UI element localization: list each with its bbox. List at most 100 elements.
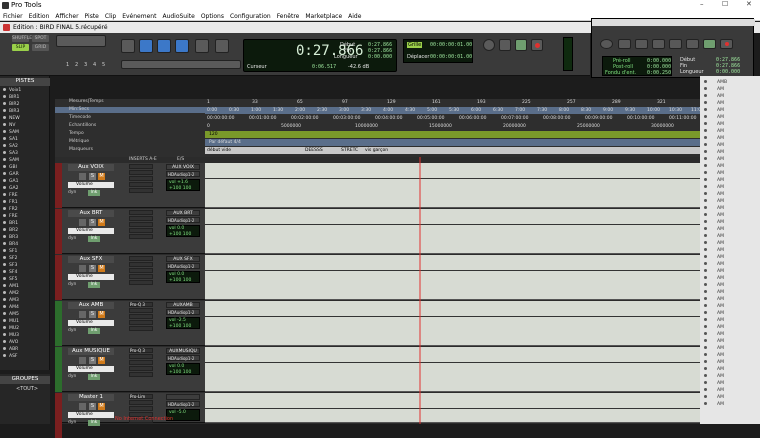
track-list-item[interactable]: SA2 xyxy=(3,144,48,150)
fade-label[interactable]: Fondu d'ent. xyxy=(605,70,636,76)
track-visibility-icon[interactable] xyxy=(3,186,6,189)
track-list-item[interactable]: BR1 xyxy=(3,221,48,227)
clip-list-item[interactable]: AM xyxy=(704,199,758,205)
output-selector[interactable]: HDAudiop1-2 xyxy=(166,309,200,315)
clip-list-item[interactable]: AM xyxy=(704,220,758,226)
ruler-label-meter[interactable]: Métrique xyxy=(55,139,205,145)
timecode-ruler[interactable]: 00:00:00:00 00:01:00:00 00:02:00:00 00:03:0… xyxy=(205,115,700,122)
insert-slot[interactable]: Pro-Q 3 xyxy=(129,348,153,353)
track-list-item[interactable]: BIR3 xyxy=(3,109,48,115)
solo-button[interactable]: S xyxy=(89,219,96,226)
fade-value[interactable]: 0:00.250 xyxy=(647,70,671,76)
clip-list-item[interactable]: AM xyxy=(704,402,758,408)
nudge-value[interactable]: 00:00:00:01.00 xyxy=(430,54,472,60)
track-name[interactable]: Aux AMB xyxy=(68,302,114,309)
track-list-item[interactable]: BR4 xyxy=(3,242,48,248)
insert-slot[interactable]: Pro-Lim xyxy=(129,394,153,399)
track-list-item[interactable]: AM3 xyxy=(3,298,48,304)
menu-edition[interactable]: Edition xyxy=(26,11,53,20)
insert-slot[interactable] xyxy=(129,164,153,169)
track-list-item[interactable]: ASF xyxy=(3,354,48,360)
menu-clip[interactable]: Clip xyxy=(102,11,119,20)
transport-length-value[interactable]: 0:00.000 xyxy=(716,69,740,75)
track-visibility-icon[interactable] xyxy=(3,263,6,266)
insert-slot[interactable] xyxy=(129,308,153,313)
clip-list-item[interactable]: AM xyxy=(704,122,758,128)
clip-list-item[interactable]: AM xyxy=(704,262,758,268)
input-selector[interactable]: AUXMUSIQU xyxy=(166,348,200,354)
mute-button[interactable]: M xyxy=(98,311,105,318)
track-list-item[interactable]: SF3 xyxy=(3,263,48,269)
track-visibility-icon[interactable] xyxy=(3,270,6,273)
solo-button[interactable]: S xyxy=(89,265,96,272)
track-name[interactable]: Aux BRT xyxy=(68,210,114,217)
track-list-item[interactable]: GA2 xyxy=(3,186,48,192)
clip-list-item[interactable]: AM xyxy=(704,164,758,170)
input-selector[interactable]: AUX VOIX xyxy=(166,164,200,170)
clip-list-item[interactable]: AM xyxy=(704,374,758,380)
clip-list-item[interactable]: AM xyxy=(704,388,758,394)
clip-list-item[interactable]: AMB xyxy=(704,80,758,86)
track-list-item[interactable]: SAM xyxy=(3,130,48,136)
insert-slot[interactable] xyxy=(129,326,153,331)
track-visibility-icon[interactable] xyxy=(3,102,6,105)
clip-list-item[interactable]: AM xyxy=(704,269,758,275)
track-visibility-icon[interactable] xyxy=(3,144,6,147)
menu-evenement[interactable]: Evénement xyxy=(119,11,159,20)
track-visibility-icon[interactable] xyxy=(3,235,6,238)
track-list-item[interactable]: SF1 xyxy=(3,249,48,255)
vol-value[interactable]: -2.5 xyxy=(177,318,186,323)
mute-button[interactable]: M xyxy=(98,357,105,364)
clip-list-item[interactable]: AM xyxy=(704,381,758,387)
track-visibility-icon[interactable] xyxy=(3,158,6,161)
menu-afficher[interactable]: Afficher xyxy=(52,11,81,20)
scrubber-tool-icon[interactable] xyxy=(195,39,209,53)
track-name[interactable]: Aux VOIX xyxy=(68,164,114,171)
clip-list-item[interactable]: AM xyxy=(704,143,758,149)
track-visibility-icon[interactable] xyxy=(3,172,6,175)
clip-list-item[interactable]: AM xyxy=(704,304,758,310)
output-selector[interactable]: HDAudiop1-2 xyxy=(166,263,200,269)
track-visibility-icon[interactable] xyxy=(3,109,6,112)
groups-header[interactable]: GROUPES xyxy=(0,376,50,384)
insert-slot[interactable] xyxy=(129,188,153,193)
clip-list-item[interactable]: AM xyxy=(704,276,758,282)
link-button[interactable]: lnk xyxy=(88,420,100,426)
track-list-item[interactable]: BR3 xyxy=(3,235,48,241)
track-list-item[interactable]: NEW xyxy=(3,116,48,122)
channel-strip[interactable]: Aux SFX S M Volume dyn lnk AUX SFX HDAudiop1-2 v… xyxy=(55,255,205,300)
zoomer-tool-icon[interactable] xyxy=(121,39,135,53)
insert-slot[interactable] xyxy=(129,228,153,233)
trim-tool-icon[interactable] xyxy=(139,39,153,53)
record-arm-button[interactable] xyxy=(79,173,86,180)
clip-list-item[interactable]: AM xyxy=(704,360,758,366)
tempo-ruler[interactable]: 120 xyxy=(205,131,700,138)
volume-pan-display[interactable]: vol +1.6 +100 100 xyxy=(166,179,200,191)
track-visibility-icon[interactable] xyxy=(3,305,6,308)
clip-list-item[interactable]: AM xyxy=(704,297,758,303)
rewind-icon[interactable] xyxy=(635,39,648,49)
menu-fenetre[interactable]: Fenêtre xyxy=(274,11,303,20)
samples-ruler[interactable]: 0 5000000 10000000 15000000 20000000 25000000… xyxy=(205,123,700,130)
insert-slot[interactable] xyxy=(129,360,153,365)
return-to-zero-icon[interactable] xyxy=(618,39,631,49)
clip-list-item[interactable]: AM xyxy=(704,136,758,142)
solo-button[interactable]: S xyxy=(89,311,96,318)
zoom-preset-3[interactable]: 3 xyxy=(84,62,87,68)
link-button[interactable]: lnk xyxy=(88,328,100,334)
transport-record-icon[interactable] xyxy=(720,39,733,49)
group-all[interactable]: <TOUT> xyxy=(16,386,38,392)
pan-value[interactable]: +100 100 xyxy=(169,324,191,329)
mode-grid-button[interactable]: GRID xyxy=(32,44,49,51)
track-list-item[interactable]: MU1 xyxy=(3,319,48,325)
mode-shuffle-button[interactable]: SHUFFLE xyxy=(12,35,32,42)
output-selector[interactable]: HDAudiop1-2 xyxy=(166,171,200,177)
input-selector[interactable]: AUXAMB xyxy=(166,302,200,308)
insert-slot[interactable] xyxy=(129,354,153,359)
maximize-button[interactable]: ☐ xyxy=(722,0,728,8)
insert-slot[interactable] xyxy=(129,406,153,411)
record-arm-button[interactable] xyxy=(79,265,86,272)
clip-list-item[interactable]: AM xyxy=(704,150,758,156)
track-list-item[interactable]: BIR2 xyxy=(3,102,48,108)
menu-aide[interactable]: Aide xyxy=(345,11,364,20)
